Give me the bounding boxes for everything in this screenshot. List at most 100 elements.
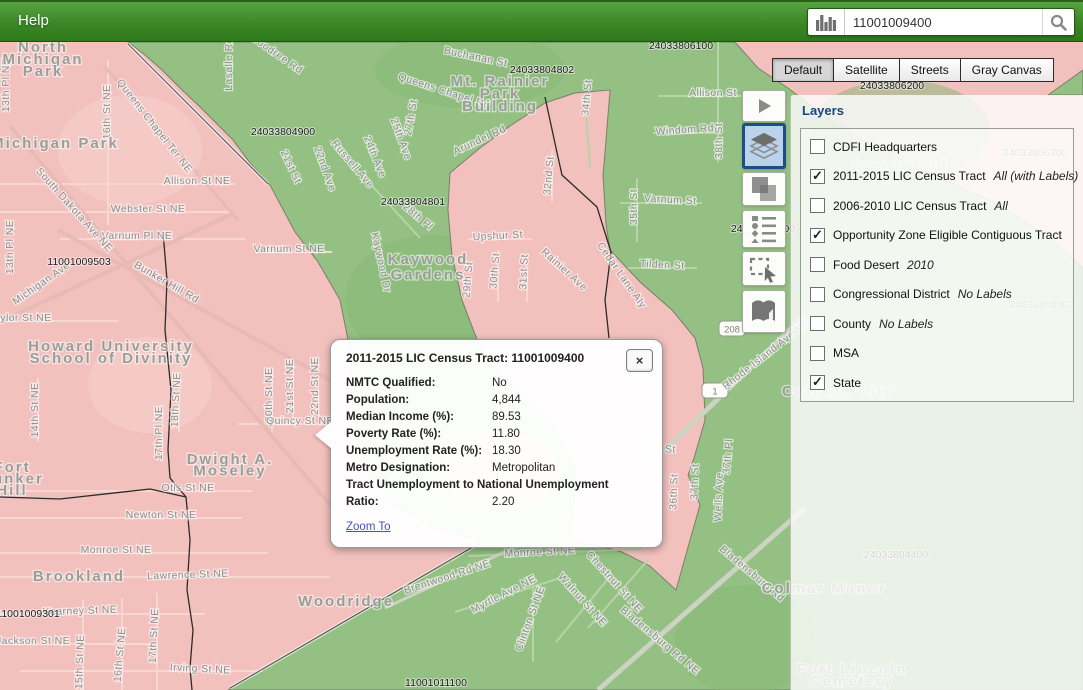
street-label: Allison St <box>689 87 737 99</box>
layer-row-county[interactable]: County No Labels <box>801 309 1073 339</box>
popup-row: Population:4,844 <box>346 392 648 409</box>
checkbox-unchecked[interactable] <box>810 287 825 302</box>
layer-label: MSA <box>833 346 859 360</box>
basemap-button-satellite[interactable]: Satellite <box>833 58 900 82</box>
checkbox-checked[interactable]: ✓ <box>810 228 825 243</box>
popup-row: NMTC Qualified:No <box>346 375 648 392</box>
layer-label: State <box>833 376 861 390</box>
street-label: 21st St NE <box>284 359 296 413</box>
street-label: Wells Ave <box>712 472 726 522</box>
street-label: Webster St NE <box>111 203 185 215</box>
popup-title: 2011-2015 LIC Census Tract: 11001009400 <box>346 351 648 366</box>
popup-row-label: Population: <box>346 392 492 409</box>
layers-list: CDFI Headquarters ✓ 2011-2015 LIC Census T… <box>800 128 1074 402</box>
layer-label: County <box>833 317 871 331</box>
layer-label: 2006-2010 LIC Census Tract <box>833 199 986 213</box>
layer-row-msa[interactable]: MSA <box>801 339 1073 369</box>
layer-annotation: No Labels <box>879 317 933 331</box>
search-button[interactable] <box>1042 9 1074 35</box>
svg-text:208: 208 <box>724 325 740 336</box>
basemap-button-gray-canvas[interactable]: Gray Canvas <box>960 58 1054 82</box>
tract-number-label: 11001009301 <box>0 608 60 620</box>
street-label: 22nd St NE <box>309 357 321 415</box>
street-label: 16th St NE <box>101 85 113 140</box>
popup-tail-pointer <box>315 421 332 449</box>
place-label: Brookland <box>33 568 125 585</box>
checkbox-unchecked[interactable] <box>810 198 825 213</box>
layer-annotation: 2010 <box>907 258 934 272</box>
basemap-switcher: DefaultSatelliteStreetsGray Canvas <box>773 58 1054 82</box>
popup-row-label: Ratio: <box>346 494 492 511</box>
toolbar-button-bookmarks[interactable] <box>742 290 786 333</box>
bar-chart-icon <box>808 9 845 35</box>
layer-row-opportunity-zone-eligible-contiguous-tract[interactable]: ✓ Opportunity Zone Eligible Contiguous Tr… <box>801 221 1073 251</box>
toolbar-button-basemap-swipe[interactable] <box>742 172 786 206</box>
street-label: Jackson St NE <box>0 635 70 647</box>
search-icon <box>1050 14 1067 31</box>
layer-row-2011-2015-lic-census-tract[interactable]: ✓2011-2015 LIC Census TractAll (with Lab… <box>801 162 1073 192</box>
feature-popup: 2011-2015 LIC Census Tract: 11001009400 … <box>330 339 663 548</box>
layer-row-congressional-district[interactable]: Congressional District No Labels <box>801 280 1073 310</box>
checkbox-unchecked[interactable] <box>810 257 825 272</box>
place-label: Howard UniversitySchool of Divinity <box>28 338 194 367</box>
tract-number-label: 24033804900 <box>251 126 315 138</box>
place-label: Michigan Park <box>0 135 119 152</box>
popup-row-label: Median Income (%): <box>346 409 492 426</box>
popup-row-label: Unemployment Rate (%): <box>346 443 492 460</box>
street-label: 17th Pl NE <box>153 406 165 460</box>
checkbox-checked[interactable]: ✓ <box>810 375 825 390</box>
popup-row-value: 89.53 <box>492 409 521 426</box>
popup-row: Poverty Rate (%):11.80 <box>346 426 648 443</box>
tract-number-label: 11001009503 <box>47 256 111 268</box>
search-input[interactable] <box>845 9 1042 35</box>
place-label: KaywoodGardens <box>388 251 469 284</box>
popup-row: Unemployment Rate (%):18.30 <box>346 443 648 460</box>
checkbox-unchecked[interactable] <box>810 139 825 154</box>
layer-row-food-desert[interactable]: Food Desert 2010 <box>801 250 1073 280</box>
street-label: 14th St NE <box>29 383 41 438</box>
help-button[interactable]: Help <box>18 12 49 29</box>
tract-number-label: 11001011100 <box>405 677 467 689</box>
toolbar-button-legend[interactable] <box>742 210 786 248</box>
checkbox-unchecked[interactable] <box>810 346 825 361</box>
tract-number-label: 24033804801 <box>381 196 445 208</box>
layer-row-state[interactable]: ✓ State <box>801 368 1073 398</box>
layer-row-cdfi-headquarters[interactable]: CDFI Headquarters <box>801 132 1073 162</box>
checkbox-checked[interactable]: ✓ <box>810 169 825 184</box>
layer-label: Opportunity Zone Eligible Contiguous Tra… <box>833 228 1062 242</box>
layer-annotation: No Labels <box>958 287 1012 301</box>
zoom-to-link[interactable]: Zoom To <box>346 521 391 533</box>
layer-annotation: All <box>994 199 1007 213</box>
layer-label: 2011-2015 LIC Census Tract <box>833 169 986 183</box>
popup-row: Metro Designation:Metropolitan <box>346 460 648 477</box>
toolbar-button-layers[interactable] <box>742 123 786 169</box>
overlap-squares-icon <box>750 175 778 203</box>
app-header: Help <box>0 0 1083 42</box>
layer-row-2006-2010-lic-census-tract[interactable]: 2006-2010 LIC Census Tract All <box>801 191 1073 221</box>
place-label: Dwight A.Moseley <box>187 451 274 480</box>
street-label: 31st St <box>517 254 531 290</box>
basemap-button-streets[interactable]: Streets <box>899 58 961 82</box>
street-label: Taylor St NE <box>0 312 52 324</box>
play-arrow-icon <box>754 97 774 115</box>
layer-annotation: All (with Labels) <box>994 169 1079 183</box>
toolbar-button-collapse-panel[interactable] <box>742 90 786 122</box>
street-label: 35th St <box>628 189 640 225</box>
popup-row-value: 2.20 <box>492 494 514 511</box>
popup-row-label-wrapped: Tract Unemployment to National Unemploym… <box>346 477 648 494</box>
close-icon[interactable]: × <box>626 349 653 372</box>
street-label: 15th St NE <box>73 634 87 689</box>
basemap-button-default[interactable]: Default <box>772 58 834 82</box>
toolbar-button-select-region[interactable] <box>742 251 786 286</box>
legend-icon <box>750 215 778 243</box>
checkbox-unchecked[interactable] <box>810 316 825 331</box>
layer-label: Food Desert <box>833 258 899 272</box>
popup-row-value: 11.80 <box>492 426 520 443</box>
popup-row-value: No <box>492 375 507 392</box>
layers-icon <box>749 132 779 160</box>
street-label: Monroe St NE <box>81 544 152 556</box>
street-label: 37th St <box>688 464 701 500</box>
street-label: Newton St NE <box>126 509 197 521</box>
layer-label: Congressional District <box>833 287 950 301</box>
popup-row: Ratio:2.20 <box>346 494 648 511</box>
